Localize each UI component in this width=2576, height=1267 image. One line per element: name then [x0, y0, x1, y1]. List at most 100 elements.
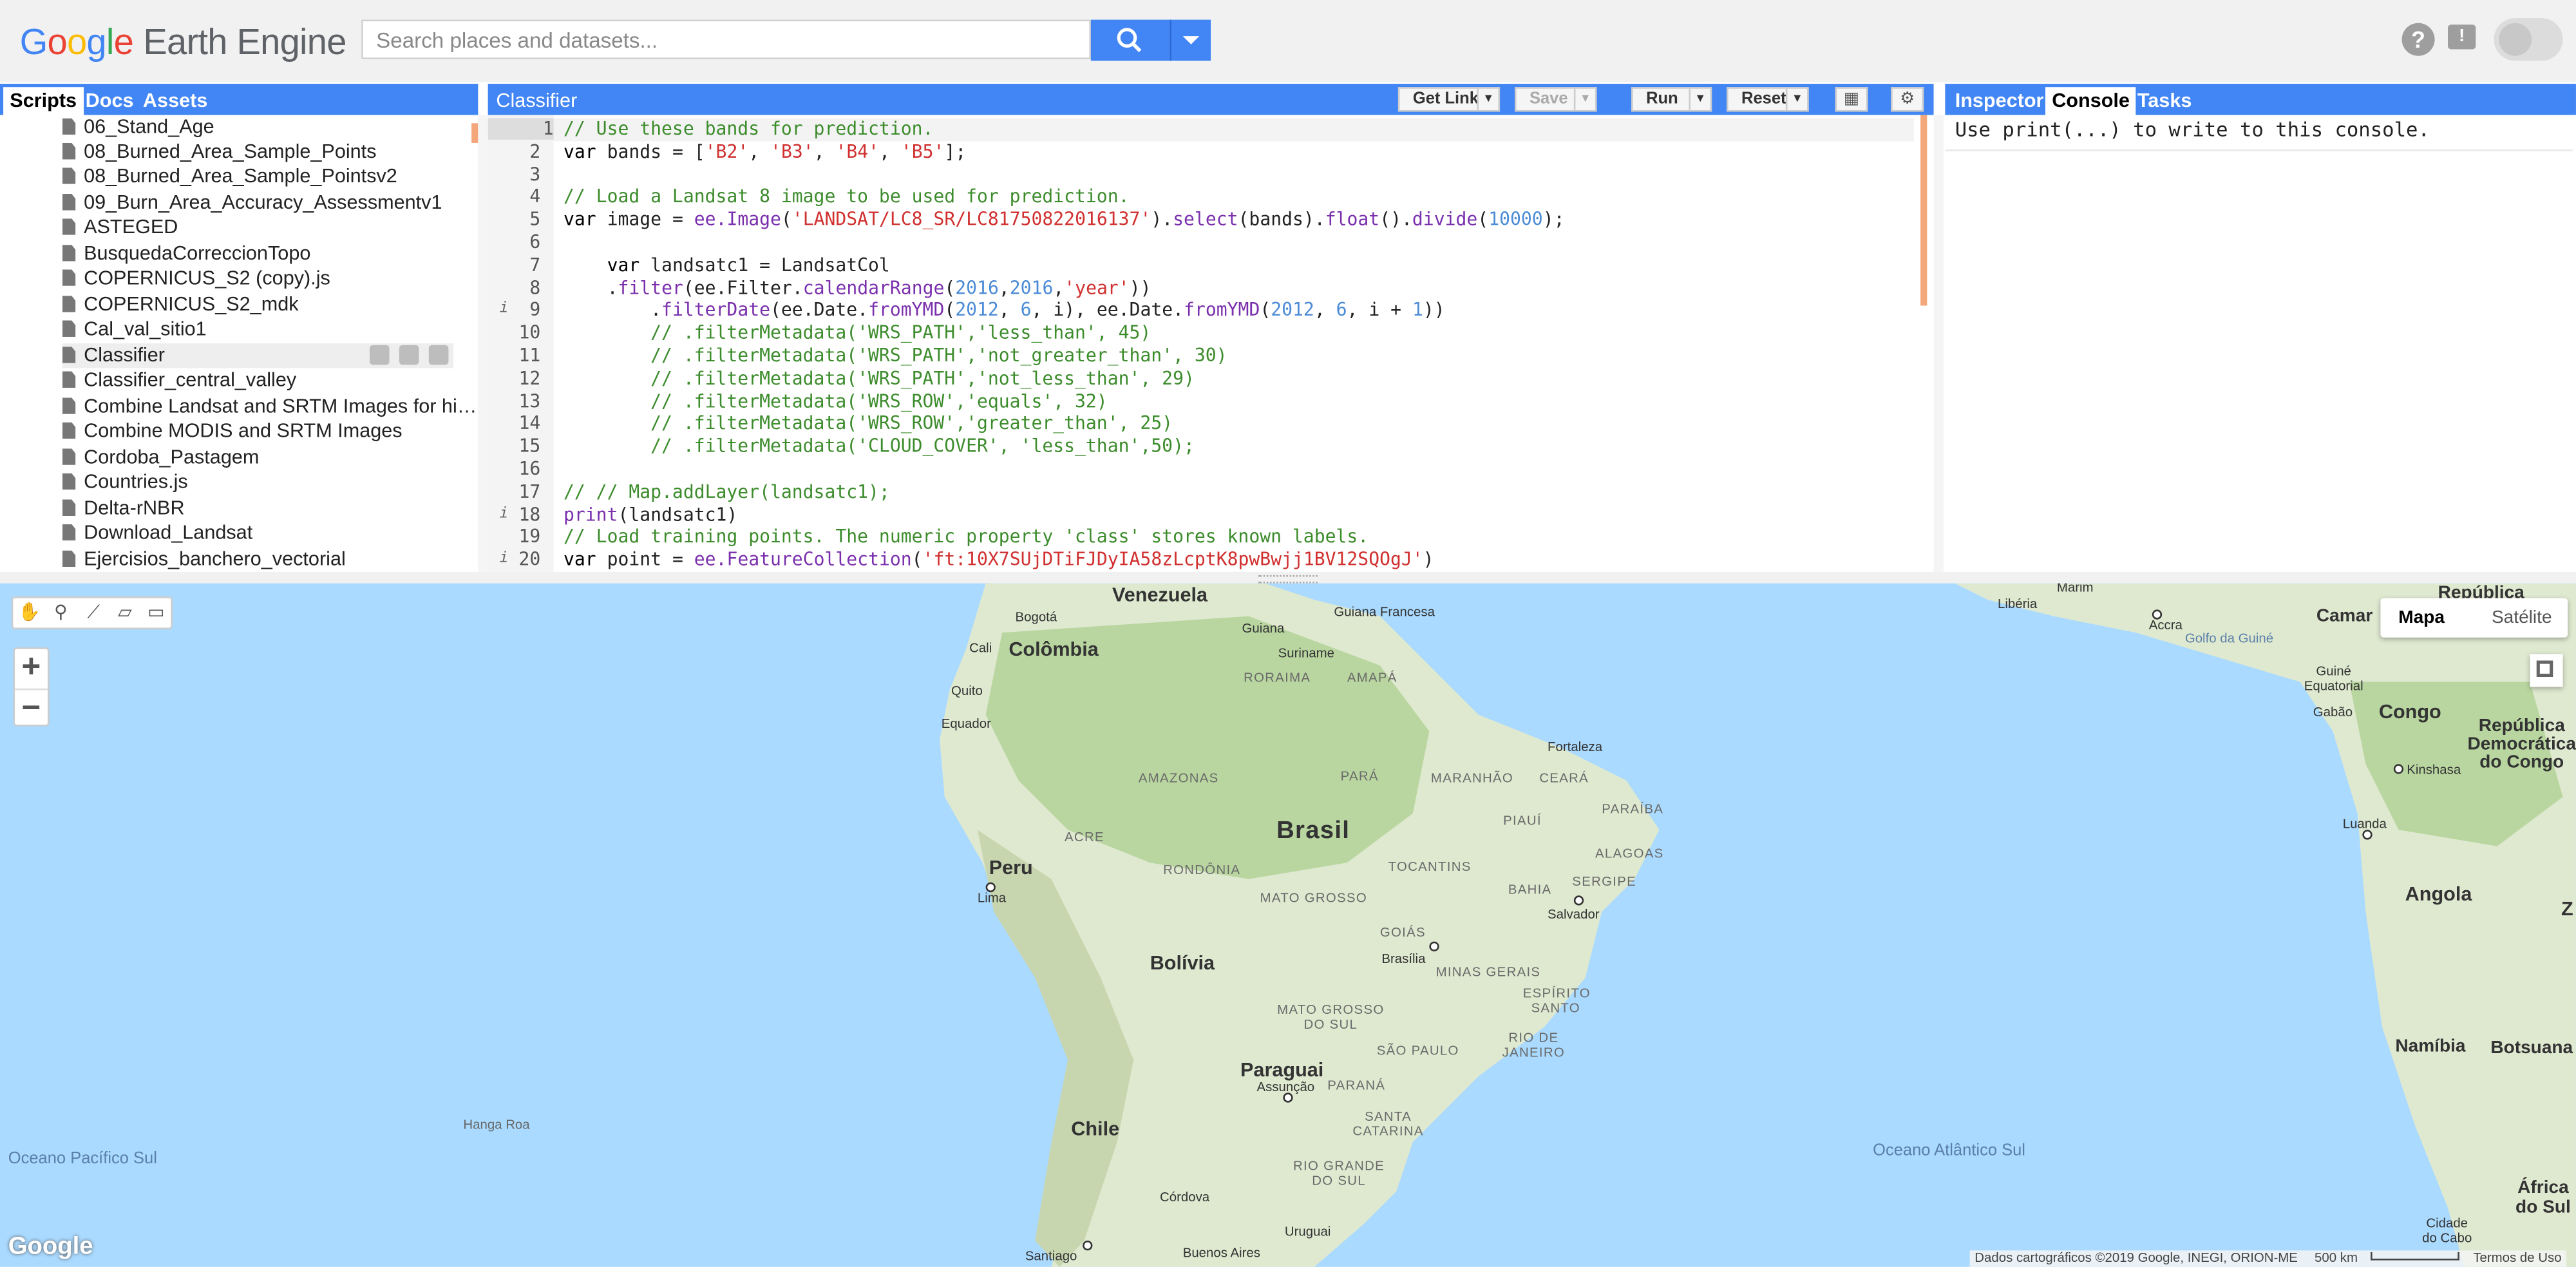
tab-assets[interactable]: Assets	[137, 87, 214, 115]
rename-icon[interactable]	[399, 345, 419, 365]
code-token: select	[1173, 209, 1238, 231]
gear-icon[interactable]: ⚙	[1891, 87, 1924, 112]
file-item[interactable]: Download_Landsat	[62, 521, 252, 546]
map-canvas[interactable]: Venezuela Guiana Guiana Francesa Surinam…	[0, 583, 2576, 1267]
code-token: ,	[1053, 277, 1065, 299]
tab-tasks[interactable]: Tasks	[2131, 87, 2199, 115]
chevron-down-icon[interactable]: ▼	[1477, 88, 1498, 110]
file-item[interactable]: COPERNICUS_S2 (copy).js	[62, 266, 330, 291]
line-number: 17	[518, 481, 541, 503]
line-number: 3	[529, 164, 541, 186]
reset-button[interactable]: Reset ▼	[1727, 87, 1809, 112]
code-token: (	[1260, 300, 1271, 321]
tab-docs[interactable]: Docs	[79, 87, 140, 115]
map-label: Guiana	[1242, 621, 1285, 636]
earth-engine-logo[interactable]: Google Earth Engine	[20, 21, 347, 64]
chevron-down-icon[interactable]: ▼	[1785, 88, 1807, 110]
panel-divider[interactable]	[1933, 115, 1944, 572]
zoom-in-button[interactable]: +	[15, 649, 48, 687]
code-token: filter	[618, 277, 683, 299]
file-item[interactable]: 06_Stand_Age	[62, 115, 214, 140]
file-item[interactable]: ASTEGED	[62, 215, 178, 240]
search-options-button[interactable]	[1170, 19, 1211, 61]
drag-handle[interactable]	[1258, 575, 1318, 584]
panel-divider[interactable]	[478, 115, 488, 572]
delete-icon[interactable]	[428, 345, 449, 365]
apps-icon[interactable]: ▦	[1835, 87, 1868, 112]
city-marker	[1429, 941, 1439, 952]
fullscreen-icon[interactable]	[2530, 654, 2563, 687]
feedback-icon[interactable]: !	[2447, 24, 2476, 50]
file-item[interactable]: 08_Burned_Area_Sample_Pointsv2	[62, 164, 397, 189]
file-item[interactable]: 09_Burn_Area_Accuracy_Assessmentv1	[62, 191, 442, 215]
map-type-satellite[interactable]: Satélite	[2476, 598, 2568, 638]
map-type-mapa[interactable]: Mapa	[2380, 598, 2463, 638]
map-splitter[interactable]	[0, 571, 2576, 584]
file-item[interactable]: COPERNICUS_S2_mdk	[62, 292, 299, 317]
help-icon[interactable]: ?	[2401, 23, 2435, 56]
get-link-button[interactable]: Get Link ▼	[1397, 87, 1501, 112]
file-label: 08_Burned_Area_Sample_Points	[84, 139, 377, 163]
file-item-selected[interactable]: Classifier	[62, 343, 454, 368]
run-button[interactable]: Run ▼	[1631, 87, 1712, 112]
scale-label: 500 km	[2315, 1250, 2358, 1266]
line-number: 18	[518, 504, 541, 526]
code-token: 6	[1336, 300, 1347, 321]
save-button[interactable]: Save ▼	[1515, 87, 1597, 112]
file-item[interactable]: Combine MODIS and SRTM Images	[62, 419, 402, 444]
rectangle-draw-icon[interactable]: ▭	[144, 602, 167, 625]
file-icon	[62, 371, 76, 388]
file-item[interactable]: Combine Landsat and SRTM Images for hi…	[62, 394, 477, 419]
city-marker	[1283, 1092, 1293, 1103]
editor-scrollbar[interactable]	[1920, 115, 1927, 306]
info-icon[interactable]: i	[500, 301, 509, 318]
file-item[interactable]: 08_Burned_Area_Sample_Points	[62, 140, 377, 164]
logo-letter: o	[66, 21, 87, 62]
marker-icon[interactable]: ⚲	[50, 602, 73, 625]
file-item[interactable]: Classifier_central_valley	[62, 368, 296, 392]
logo-letter: o	[47, 21, 68, 62]
chevron-down-icon[interactable]: ▼	[1689, 88, 1710, 110]
polygon-draw-icon[interactable]: ▱	[113, 602, 137, 625]
earth-engine-app: GoogleEarth Engine ? ! Scripts Docs Asse…	[0, 0, 2576, 1267]
map-label: Salvador	[1548, 907, 1600, 922]
code-token: .	[563, 300, 662, 321]
code-editor[interactable]: 1 2 3 4 5 6 7 8 9 i 10 11 12 13 14 15 16 17 18 i 19 20 i // Us…	[488, 115, 1934, 572]
terms-link[interactable]: Termos de Uso	[2473, 1250, 2561, 1265]
file-item[interactable]: Delta-rNBR	[62, 496, 185, 520]
line-draw-icon[interactable]: ⟋	[82, 602, 106, 625]
pan-hand-icon[interactable]: ✋	[18, 602, 41, 625]
file-icon	[62, 296, 76, 312]
code-token: ))	[1129, 277, 1151, 299]
user-avatar[interactable]	[2494, 18, 2563, 61]
chevron-down-icon[interactable]: ▼	[1573, 88, 1595, 110]
logo-letter: e	[113, 21, 134, 62]
file-item[interactable]: Ejercisios_banchero_vectorial	[62, 547, 346, 571]
line-number: 20	[518, 549, 541, 571]
city-marker	[1573, 895, 1584, 906]
file-item[interactable]: Cordoba_Pastagem	[62, 445, 259, 470]
file-label: BusquedaCorreccionTopo	[84, 241, 311, 265]
info-icon[interactable]: i	[500, 506, 509, 522]
line-number: 8	[529, 277, 541, 299]
code-token: 1	[1412, 300, 1423, 321]
map-label: Marim	[2056, 583, 2094, 595]
file-icon	[62, 194, 76, 211]
history-icon[interactable]	[369, 345, 390, 365]
scale-bar	[2371, 1252, 2460, 1261]
tab-console[interactable]: Console	[2045, 87, 2137, 115]
tab-inspector[interactable]: Inspector	[1948, 87, 2050, 115]
zoom-out-button[interactable]: −	[14, 688, 48, 728]
search-button[interactable]	[1090, 19, 1170, 61]
code-token: 'year'	[1064, 277, 1130, 299]
search-input[interactable]	[363, 21, 1090, 58]
left-scrollbar[interactable]	[471, 123, 478, 143]
map-label: Venezuela	[1112, 583, 1208, 607]
file-item[interactable]: Countries.js	[62, 470, 188, 495]
tab-scripts[interactable]: Scripts	[3, 87, 84, 115]
file-item[interactable]: Cal_val_sitio1	[62, 317, 207, 341]
file-label: Cal_val_sitio1	[84, 317, 207, 341]
code-token: ,	[1314, 300, 1336, 321]
file-item[interactable]: BusquedaCorreccionTopo	[62, 242, 310, 266]
info-icon[interactable]: i	[500, 551, 509, 567]
